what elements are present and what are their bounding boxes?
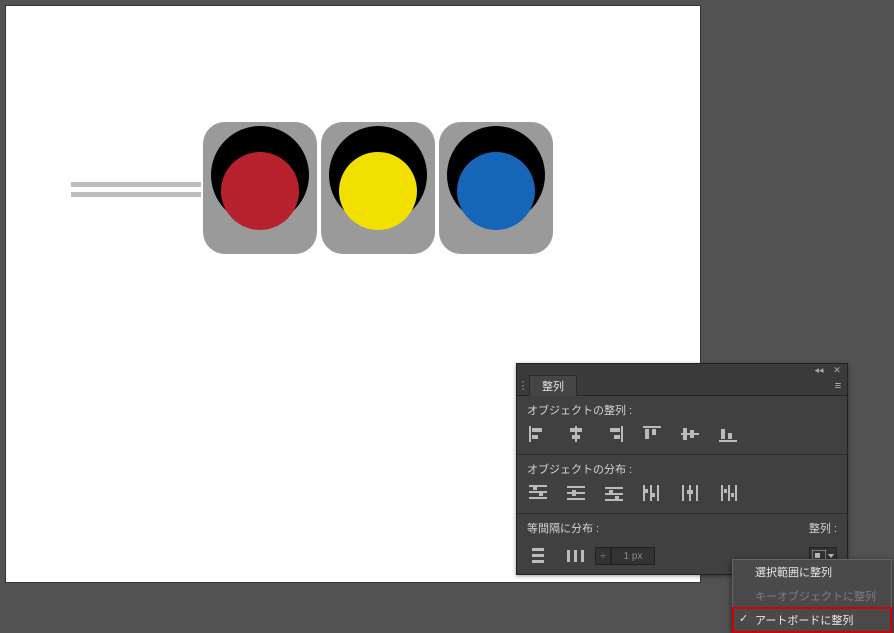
spacing-value-input [611,547,655,565]
dist-spacing-v-icon[interactable] [527,546,549,566]
panel-grip-icon[interactable]: ⋮ [517,376,529,396]
align-icon-row [527,424,837,452]
section-distribute: オブジェクトの分布 : [517,455,847,513]
dist-top-icon[interactable] [527,483,549,503]
dist-bottom-icon[interactable] [603,483,625,503]
traffic-pole [71,182,201,200]
collapse-panel-icon[interactable]: ◂◂ [813,366,825,374]
menu-align-to-key-object: キーオブジェクトに整列 [733,584,891,608]
menu-align-to-selection[interactable]: 選択範囲に整列 [733,560,891,584]
align-to-menu: 選択範囲に整列 キーオブジェクトに整列 アートボードに整列 [732,559,892,633]
tab-align[interactable]: 整列 [529,375,577,396]
section-align: オブジェクトの整列 : [517,396,847,454]
align-panel: ◂◂ ✕ ⋮ 整列 ≡ オブジェクトの整列 : [516,363,848,575]
section-spacing: 等間隔に分布 : 整列 : [517,514,847,542]
dist-hcenter-icon[interactable] [679,483,701,503]
close-panel-icon[interactable]: ✕ [831,366,843,374]
menu-align-to-artboard[interactable]: アートボードに整列 [733,608,891,632]
align-to-label: 整列 : [809,520,837,536]
dist-spacing-h-icon[interactable] [565,546,587,566]
dist-vcenter-icon[interactable] [565,483,587,503]
spacing-input-group: ÷ [595,547,655,565]
align-left-icon[interactable] [527,424,549,444]
align-hcenter-icon[interactable] [565,424,587,444]
section-align-title: オブジェクトの整列 : [527,402,837,418]
dist-right-icon[interactable] [717,483,739,503]
dist-left-icon[interactable] [641,483,663,503]
align-bottom-icon[interactable] [717,424,739,444]
align-vcenter-icon[interactable] [679,424,701,444]
traffic-lamp-red[interactable] [203,122,317,254]
align-right-icon[interactable] [603,424,625,444]
section-spacing-title: 等間隔に分布 : [527,520,599,536]
panel-menu-icon[interactable]: ≡ [829,376,847,396]
section-distribute-title: オブジェクトの分布 : [527,461,837,477]
align-top-icon[interactable] [641,424,663,444]
traffic-light-illustration[interactable] [71,122,561,252]
spacing-preset-icon[interactable]: ÷ [595,547,611,565]
panel-tabs: ⋮ 整列 ≡ [517,376,847,396]
traffic-lamp-yellow[interactable] [321,122,435,254]
traffic-lamp-blue[interactable] [439,122,553,254]
distribute-icon-row [527,483,837,511]
